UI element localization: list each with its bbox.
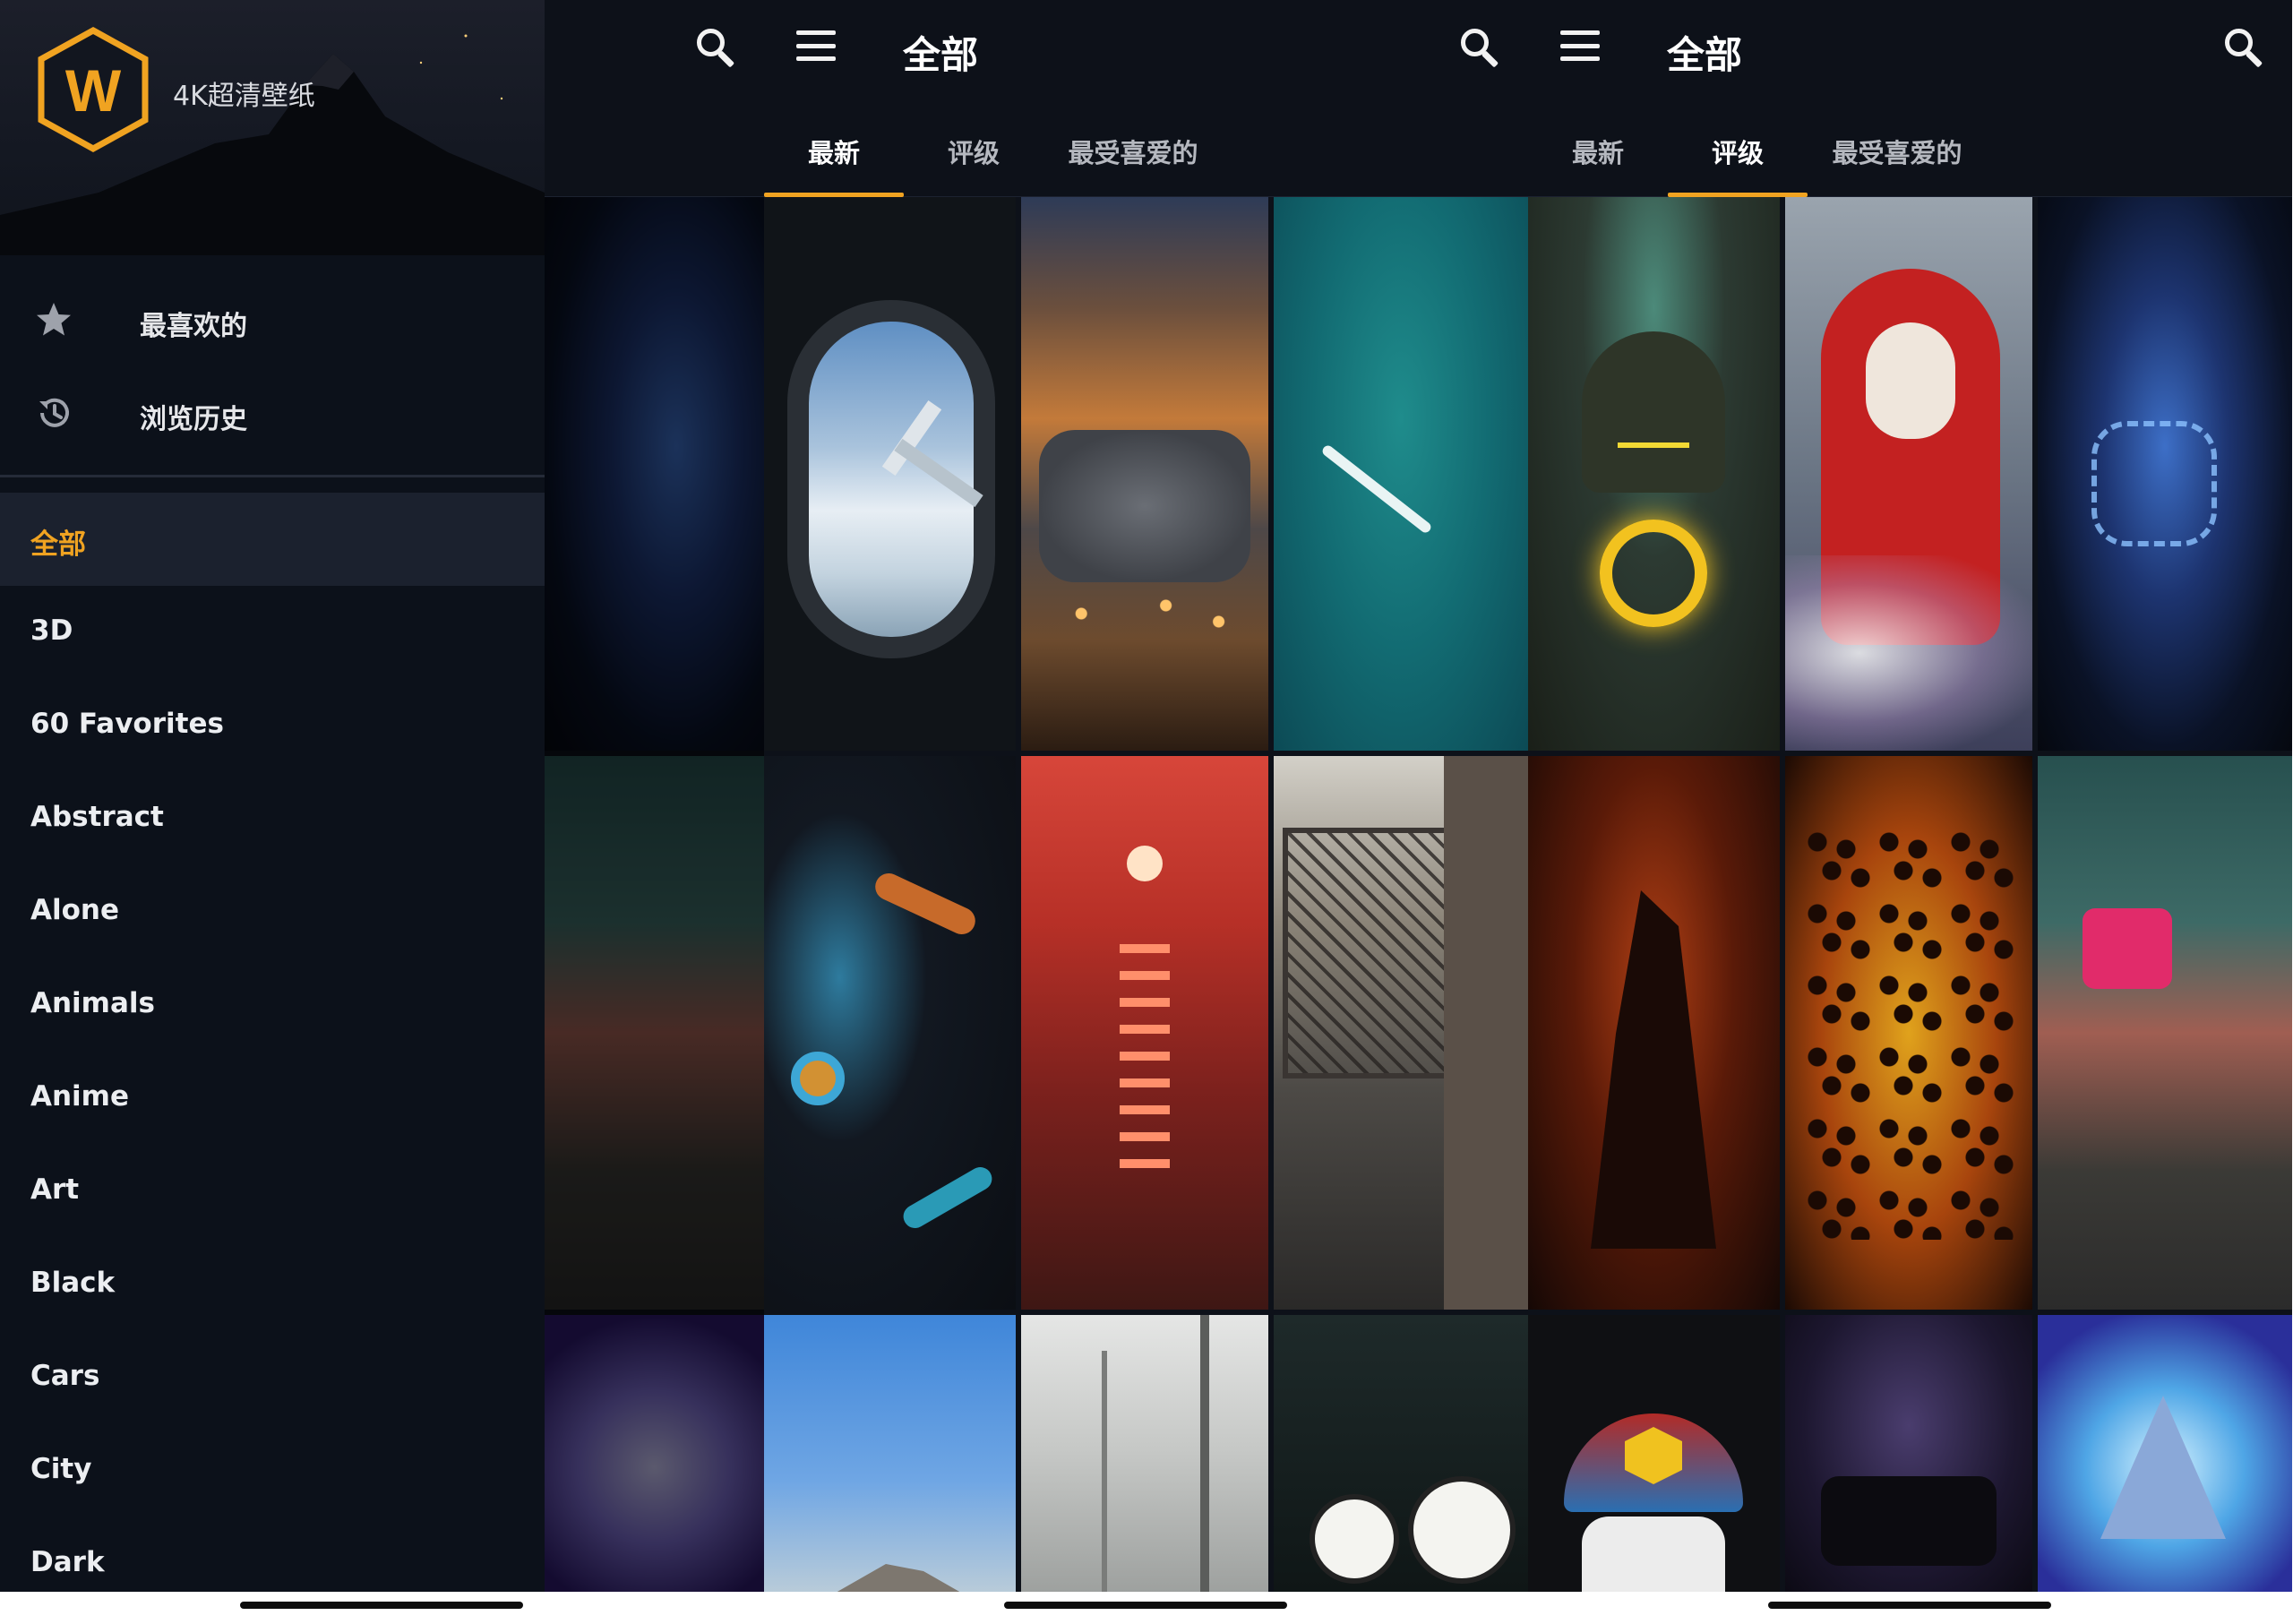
gesture-home-bar[interactable] bbox=[240, 1602, 523, 1609]
tab-bar: 最新 评级 最受喜爱的 bbox=[1528, 99, 2292, 197]
brand-name: 4K超清壁纸 bbox=[173, 81, 315, 112]
drawer-item-favorites[interactable]: 最喜欢的 bbox=[0, 273, 545, 366]
category-label: 60 Favorites bbox=[30, 708, 224, 740]
search-icon[interactable] bbox=[2225, 29, 2266, 70]
page-title: 全部 bbox=[903, 33, 979, 77]
category-label: 全部 bbox=[30, 528, 86, 561]
gesture-home-bar[interactable] bbox=[1768, 1602, 2051, 1609]
category-item-abstract[interactable]: Abstract bbox=[0, 772, 545, 865]
wallpaper-thumbnail[interactable] bbox=[1528, 1315, 1780, 1592]
page-title: 全部 bbox=[1667, 33, 1743, 77]
category-label: 3D bbox=[30, 614, 73, 647]
wallpaper-thumbnail[interactable] bbox=[1021, 197, 1268, 751]
category-item-dark[interactable]: Dark bbox=[0, 1517, 545, 1592]
top-app-bar: 全部 bbox=[1528, 0, 2292, 99]
hamburger-menu-icon[interactable] bbox=[1560, 30, 1600, 61]
category-item-black[interactable]: Black bbox=[0, 1238, 545, 1331]
category-item-60-favorites[interactable]: 60 Favorites bbox=[0, 679, 545, 772]
tab-most-liked[interactable]: 最受喜爱的 bbox=[1043, 99, 1223, 197]
wallpaper-thumbnail[interactable] bbox=[1785, 1315, 2032, 1592]
logo-letter: W bbox=[65, 57, 122, 124]
wallpaper-thumbnail[interactable] bbox=[2038, 1315, 2292, 1592]
category-label: Anime bbox=[30, 1080, 130, 1113]
wallpaper-grid bbox=[1528, 197, 2292, 1592]
category-item-cars[interactable]: Cars bbox=[0, 1331, 545, 1424]
category-item-anime[interactable]: Anime bbox=[0, 1052, 545, 1145]
category-item-art[interactable]: Art bbox=[0, 1145, 545, 1238]
search-icon[interactable] bbox=[697, 29, 738, 70]
tab-rated[interactable]: 评级 bbox=[1668, 99, 1808, 197]
wallpaper-thumbnail[interactable] bbox=[1274, 197, 1528, 751]
wallpaper-thumbnail[interactable] bbox=[764, 1315, 1016, 1592]
drawer-item-label: 最喜欢的 bbox=[140, 311, 247, 342]
category-item-all[interactable]: 全部 bbox=[0, 493, 545, 586]
category-label: Black bbox=[30, 1267, 116, 1299]
top-app-bar: 全部 bbox=[764, 0, 1528, 99]
screen: 全部 最新 评级 最受喜爱的 bbox=[1528, 0, 2292, 1592]
category-label: Alone bbox=[30, 894, 120, 926]
screen: W 4K超清壁纸 最喜欢的 浏览历史 全部 3D 60 Favorites Ab… bbox=[0, 0, 764, 1592]
category-label: Dark bbox=[30, 1546, 105, 1578]
category-item-city[interactable]: City bbox=[0, 1424, 545, 1517]
category-item-3d[interactable]: 3D bbox=[0, 586, 545, 679]
category-label: Abstract bbox=[30, 801, 164, 833]
wallpaper-thumbnail[interactable] bbox=[1528, 197, 1780, 751]
wallpaper-thumbnail[interactable] bbox=[764, 197, 1016, 751]
tab-latest[interactable]: 最新 bbox=[1528, 99, 1668, 197]
category-item-animals[interactable]: Animals bbox=[0, 958, 545, 1052]
app-logo-icon: W bbox=[38, 27, 149, 152]
tab-most-liked[interactable]: 最受喜爱的 bbox=[1808, 99, 1987, 197]
category-label: Animals bbox=[30, 987, 155, 1019]
wallpaper-thumbnail[interactable] bbox=[764, 756, 1016, 1310]
star-icon bbox=[37, 303, 71, 336]
screen: 全部 最新 评级 最受喜爱的 bbox=[764, 0, 1528, 1592]
drawer-header: W 4K超清壁纸 bbox=[0, 0, 545, 255]
tab-latest[interactable]: 最新 bbox=[764, 99, 904, 197]
category-label: City bbox=[30, 1453, 92, 1485]
category-label: Art bbox=[30, 1173, 80, 1206]
wallpaper-thumbnail[interactable] bbox=[1021, 1315, 1268, 1592]
phone-screen-rated: 全部 最新 评级 最受喜爱的 bbox=[1528, 0, 2292, 1624]
wallpaper-thumbnail[interactable] bbox=[2038, 197, 2292, 751]
drawer-item-label: 浏览历史 bbox=[140, 404, 247, 435]
wallpaper-grid bbox=[764, 197, 1528, 1592]
divider bbox=[0, 475, 545, 477]
search-icon[interactable] bbox=[1461, 29, 1502, 70]
tab-bar: 最新 评级 最受喜爱的 bbox=[764, 99, 1528, 197]
wallpaper-thumbnail[interactable] bbox=[1274, 756, 1528, 1310]
wallpaper-thumbnail[interactable] bbox=[1274, 1315, 1528, 1592]
navigation-drawer: W 4K超清壁纸 最喜欢的 浏览历史 全部 3D 60 Favorites Ab… bbox=[0, 0, 545, 1592]
gesture-home-bar[interactable] bbox=[1004, 1602, 1287, 1609]
history-icon bbox=[39, 398, 69, 427]
phone-screen-latest: 全部 最新 评级 最受喜爱的 bbox=[764, 0, 1528, 1624]
phone-screen-drawer: W 4K超清壁纸 最喜欢的 浏览历史 全部 3D 60 Favorites Ab… bbox=[0, 0, 764, 1624]
wallpaper-thumbnail[interactable] bbox=[1021, 756, 1268, 1310]
hamburger-menu-icon[interactable] bbox=[796, 30, 836, 61]
tab-rated[interactable]: 评级 bbox=[904, 99, 1043, 197]
wallpaper-thumbnail[interactable] bbox=[1528, 756, 1780, 1310]
category-label: Cars bbox=[30, 1360, 100, 1392]
wallpaper-thumbnail[interactable] bbox=[2038, 756, 2292, 1310]
wallpaper-thumbnail[interactable] bbox=[1785, 197, 2032, 751]
category-item-alone[interactable]: Alone bbox=[0, 865, 545, 958]
drawer-item-history[interactable]: 浏览历史 bbox=[0, 366, 545, 460]
wallpaper-thumbnail[interactable] bbox=[1785, 756, 2032, 1310]
